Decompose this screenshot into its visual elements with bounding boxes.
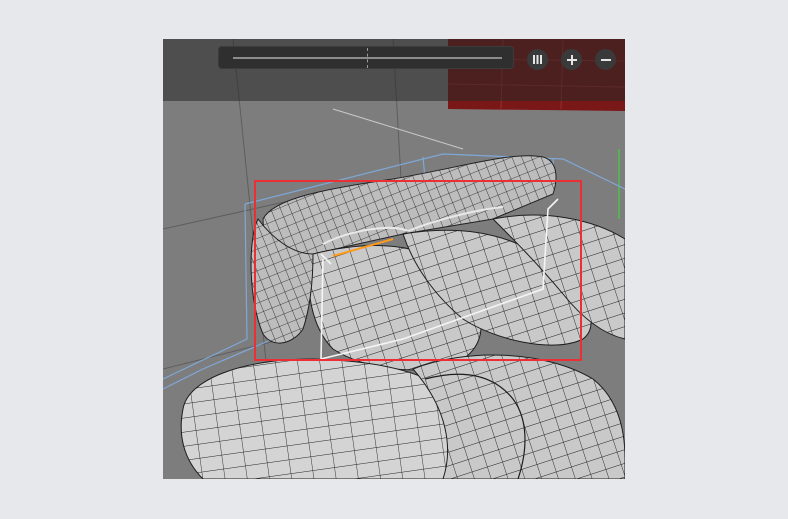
minus-icon [600, 55, 611, 65]
zoom-out-button[interactable] [595, 49, 616, 70]
three-bars-icon [532, 55, 543, 64]
page [0, 0, 788, 519]
zoom-in-button[interactable] [561, 49, 582, 70]
selection-rectangle [254, 180, 582, 361]
timeline-scrubber[interactable] [218, 46, 514, 69]
plus-icon [566, 54, 577, 65]
columns-button[interactable] [527, 49, 548, 70]
viewport-toolbar [163, 39, 625, 101]
3d-viewport[interactable] [163, 39, 625, 479]
timeline-playhead[interactable] [367, 48, 368, 68]
